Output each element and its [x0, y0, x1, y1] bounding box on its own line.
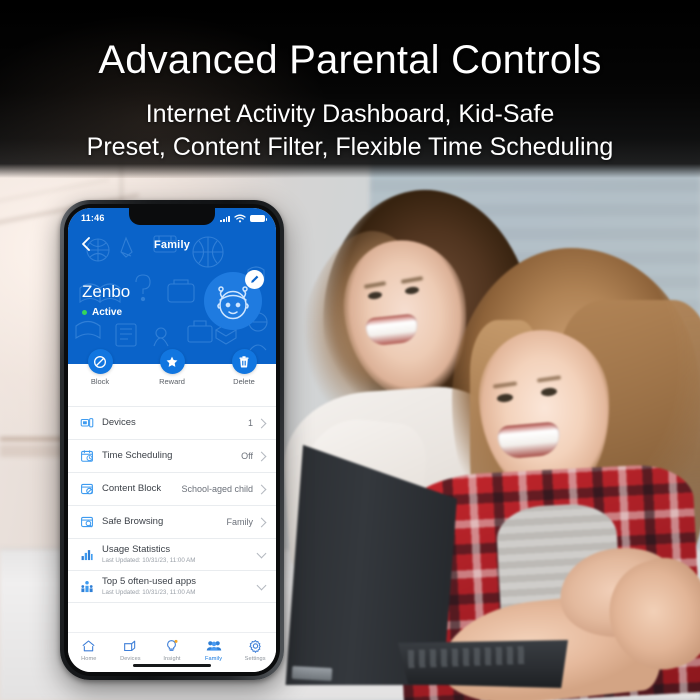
reward-button[interactable]: [159, 349, 185, 374]
back-button[interactable]: [78, 235, 94, 253]
list-item-label: Time Scheduling: [102, 449, 173, 461]
chevron-down-icon[interactable]: [256, 548, 267, 558]
list-item-value: School-aged child: [181, 484, 253, 494]
status-dot-icon: [82, 310, 87, 315]
headline-banner: Advanced Parental Controls Internet Acti…: [0, 0, 700, 178]
navbar-title: Family: [153, 239, 191, 251]
tab-devices-label: Devices: [120, 656, 141, 662]
action-delete[interactable]: Delete: [221, 349, 267, 391]
profile-status-label: Active: [92, 307, 123, 318]
delete-button[interactable]: [231, 349, 257, 374]
list-item-label: Content Block: [102, 482, 162, 494]
list-item-label: Top 5 often-used apps: [102, 576, 197, 588]
list-bottom-spacer: [68, 602, 276, 622]
phone-notch: [129, 208, 215, 225]
chevron-right-icon: [256, 451, 267, 461]
block-button[interactable]: [87, 349, 113, 374]
list-item-label: Usage Statistics: [102, 544, 171, 556]
gear-icon: [234, 637, 276, 654]
bulb-icon: [151, 637, 193, 654]
profile-name: Zenbo: [82, 282, 131, 301]
action-reward[interactable]: Reward: [149, 349, 195, 391]
tab-home-label: Home: [81, 656, 97, 662]
tab-devices[interactable]: Devices: [110, 637, 152, 662]
devices-icon: [79, 416, 94, 431]
home-indicator[interactable]: [133, 664, 211, 667]
action-block-label: Block: [90, 377, 110, 386]
list-item-label: Devices: [102, 416, 136, 428]
block-prohibition-icon: [94, 355, 106, 368]
list-item-main: Devices: [102, 416, 248, 428]
chevron-right-icon: [256, 418, 267, 428]
avatar[interactable]: [204, 270, 264, 330]
status-bar-time: 11:46: [81, 213, 105, 223]
list-item-main: Time Scheduling: [102, 449, 241, 461]
tab-family[interactable]: Family: [193, 637, 235, 662]
tab-settings[interactable]: Settings: [234, 637, 276, 662]
tab-settings-label: Settings: [244, 656, 266, 662]
devices-icon: [110, 637, 152, 654]
list-item-devices[interactable]: Devices 1: [68, 406, 276, 439]
tab-family-label: Family: [205, 656, 223, 662]
page-subtitle: Internet Activity Dashboard, Kid-Safe Pr…: [0, 98, 700, 163]
tab-insight-label: Insight: [163, 656, 181, 662]
profile-hero: 12 Family Zenbo Active: [68, 230, 276, 364]
avatar-edit-badge[interactable]: [245, 270, 264, 289]
top-apps-icon: [79, 579, 94, 594]
chevron-left-icon: [82, 237, 90, 251]
list-item-top-apps[interactable]: Top 5 often-used apps Last Updated: 10/3…: [68, 570, 276, 602]
list-item-value: 1: [247, 418, 253, 428]
list-item-main: Safe Browsing: [102, 515, 227, 527]
list-item-main: Content Block: [102, 482, 181, 494]
quick-actions: Block Reward Delete: [68, 349, 276, 406]
tab-insight[interactable]: Insight: [151, 637, 193, 662]
chevron-down-icon[interactable]: [256, 580, 267, 590]
signal-bars-icon: [220, 215, 230, 222]
family-icon: [193, 637, 235, 654]
star-icon: [166, 356, 178, 367]
list-item-time-scheduling[interactable]: Time Scheduling Off: [68, 439, 276, 472]
chevron-right-icon: [256, 484, 267, 494]
status-bar-indicators: [220, 214, 267, 223]
wifi-icon: [234, 214, 246, 223]
list-item-value: Family: [226, 517, 254, 527]
list-item-usage-statistics[interactable]: Usage Statistics Last Updated: 10/31/23,…: [68, 538, 276, 570]
safe-browsing-icon: [79, 515, 94, 530]
tab-home[interactable]: Home: [68, 637, 110, 662]
profile-status: Active: [82, 307, 122, 318]
phone-mockup: 11:46 12 Family Zenbo Active Block Rewar…: [60, 200, 284, 680]
list-item-value: Off: [241, 451, 253, 461]
home-icon: [68, 637, 110, 654]
phone-screen: 11:46 12 Family Zenbo Active Block Rewar…: [68, 208, 276, 672]
page-subtitle-line-1: Internet Activity Dashboard, Kid-Safe: [145, 100, 555, 128]
app-navbar: Family: [68, 230, 276, 260]
action-block[interactable]: Block: [77, 349, 123, 391]
laptop-hinge: [291, 665, 333, 682]
action-reward-label: Reward: [159, 377, 185, 386]
calendar-clock-icon: [79, 449, 94, 464]
list-item-sublabel: Last Updated: 10/31/23, 11:00 AM: [102, 588, 196, 596]
list-item-safe-browsing[interactable]: Safe Browsing Family: [68, 505, 276, 538]
battery-full-icon: [250, 215, 267, 222]
list-item-sublabel: Last Updated: 10/31/23, 11:00 AM: [102, 556, 196, 564]
settings-list: Devices 1 Time Scheduling Off Content Bl…: [68, 406, 276, 632]
page-title: Advanced Parental Controls: [98, 38, 602, 82]
list-item-label: Safe Browsing: [102, 515, 164, 527]
list-item-content-block[interactable]: Content Block School-aged child: [68, 472, 276, 505]
list-item-main: Top 5 often-used apps Last Updated: 10/3…: [102, 576, 258, 596]
chevron-right-icon: [256, 517, 267, 527]
page-subtitle-line-2: Preset, Content Filter, Flexible Time Sc…: [86, 132, 614, 161]
action-delete-label: Delete: [233, 377, 255, 386]
pencil-edit-icon: [251, 275, 259, 283]
bar-chart-icon: [79, 547, 94, 562]
trash-icon: [239, 355, 249, 368]
content-block-icon: [79, 482, 94, 497]
list-item-main: Usage Statistics Last Updated: 10/31/23,…: [102, 544, 258, 564]
